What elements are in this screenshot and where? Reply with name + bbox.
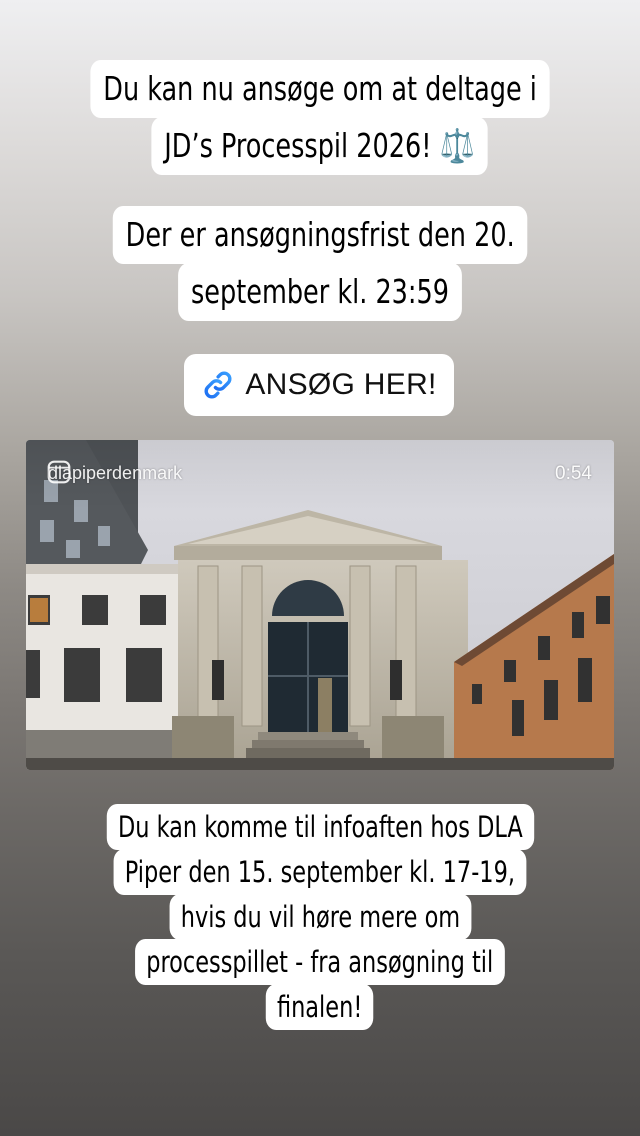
info-line: hvis du vil høre mere om: [169, 894, 471, 940]
reshared-video-post[interactable]: dlapiperdenmark 0:54: [26, 440, 614, 770]
link-icon: [204, 371, 232, 399]
apply-link-sticker[interactable]: ANSØG HER!: [184, 354, 454, 416]
account-handle[interactable]: dlapiperdenmark: [46, 460, 183, 484]
info-line: finalen!: [266, 984, 374, 1030]
video-duration: 0:54: [555, 463, 592, 484]
headline-line: JD’s Processpil 2026! ⚖️: [151, 117, 489, 175]
info-line: processpillet - fra ansøgning til: [135, 939, 505, 985]
info-line: Du kan komme til infoaften hos DLA: [106, 804, 534, 850]
deadline-text-block: Der er ansøgningsfrist den 20. september…: [0, 206, 640, 321]
info-text-block: Du kan komme til infoaften hos DLA Piper…: [0, 804, 640, 1030]
deadline-line: september kl. 23:59: [178, 263, 462, 321]
apply-link-label: ANSØG HER!: [245, 368, 437, 401]
info-line: Piper den 15. september kl. 17-19,: [113, 849, 527, 895]
account-handle-text: dlapiperdenmark: [48, 463, 183, 483]
story-canvas: Du kan nu ansøge om at deltage i JD’s Pr…: [0, 0, 640, 1136]
headline-text-block: Du kan nu ansøge om at deltage i JD’s Pr…: [0, 60, 640, 175]
headline-line: Du kan nu ansøge om at deltage i: [90, 60, 550, 118]
deadline-line: Der er ansøgningsfrist den 20.: [112, 206, 528, 264]
